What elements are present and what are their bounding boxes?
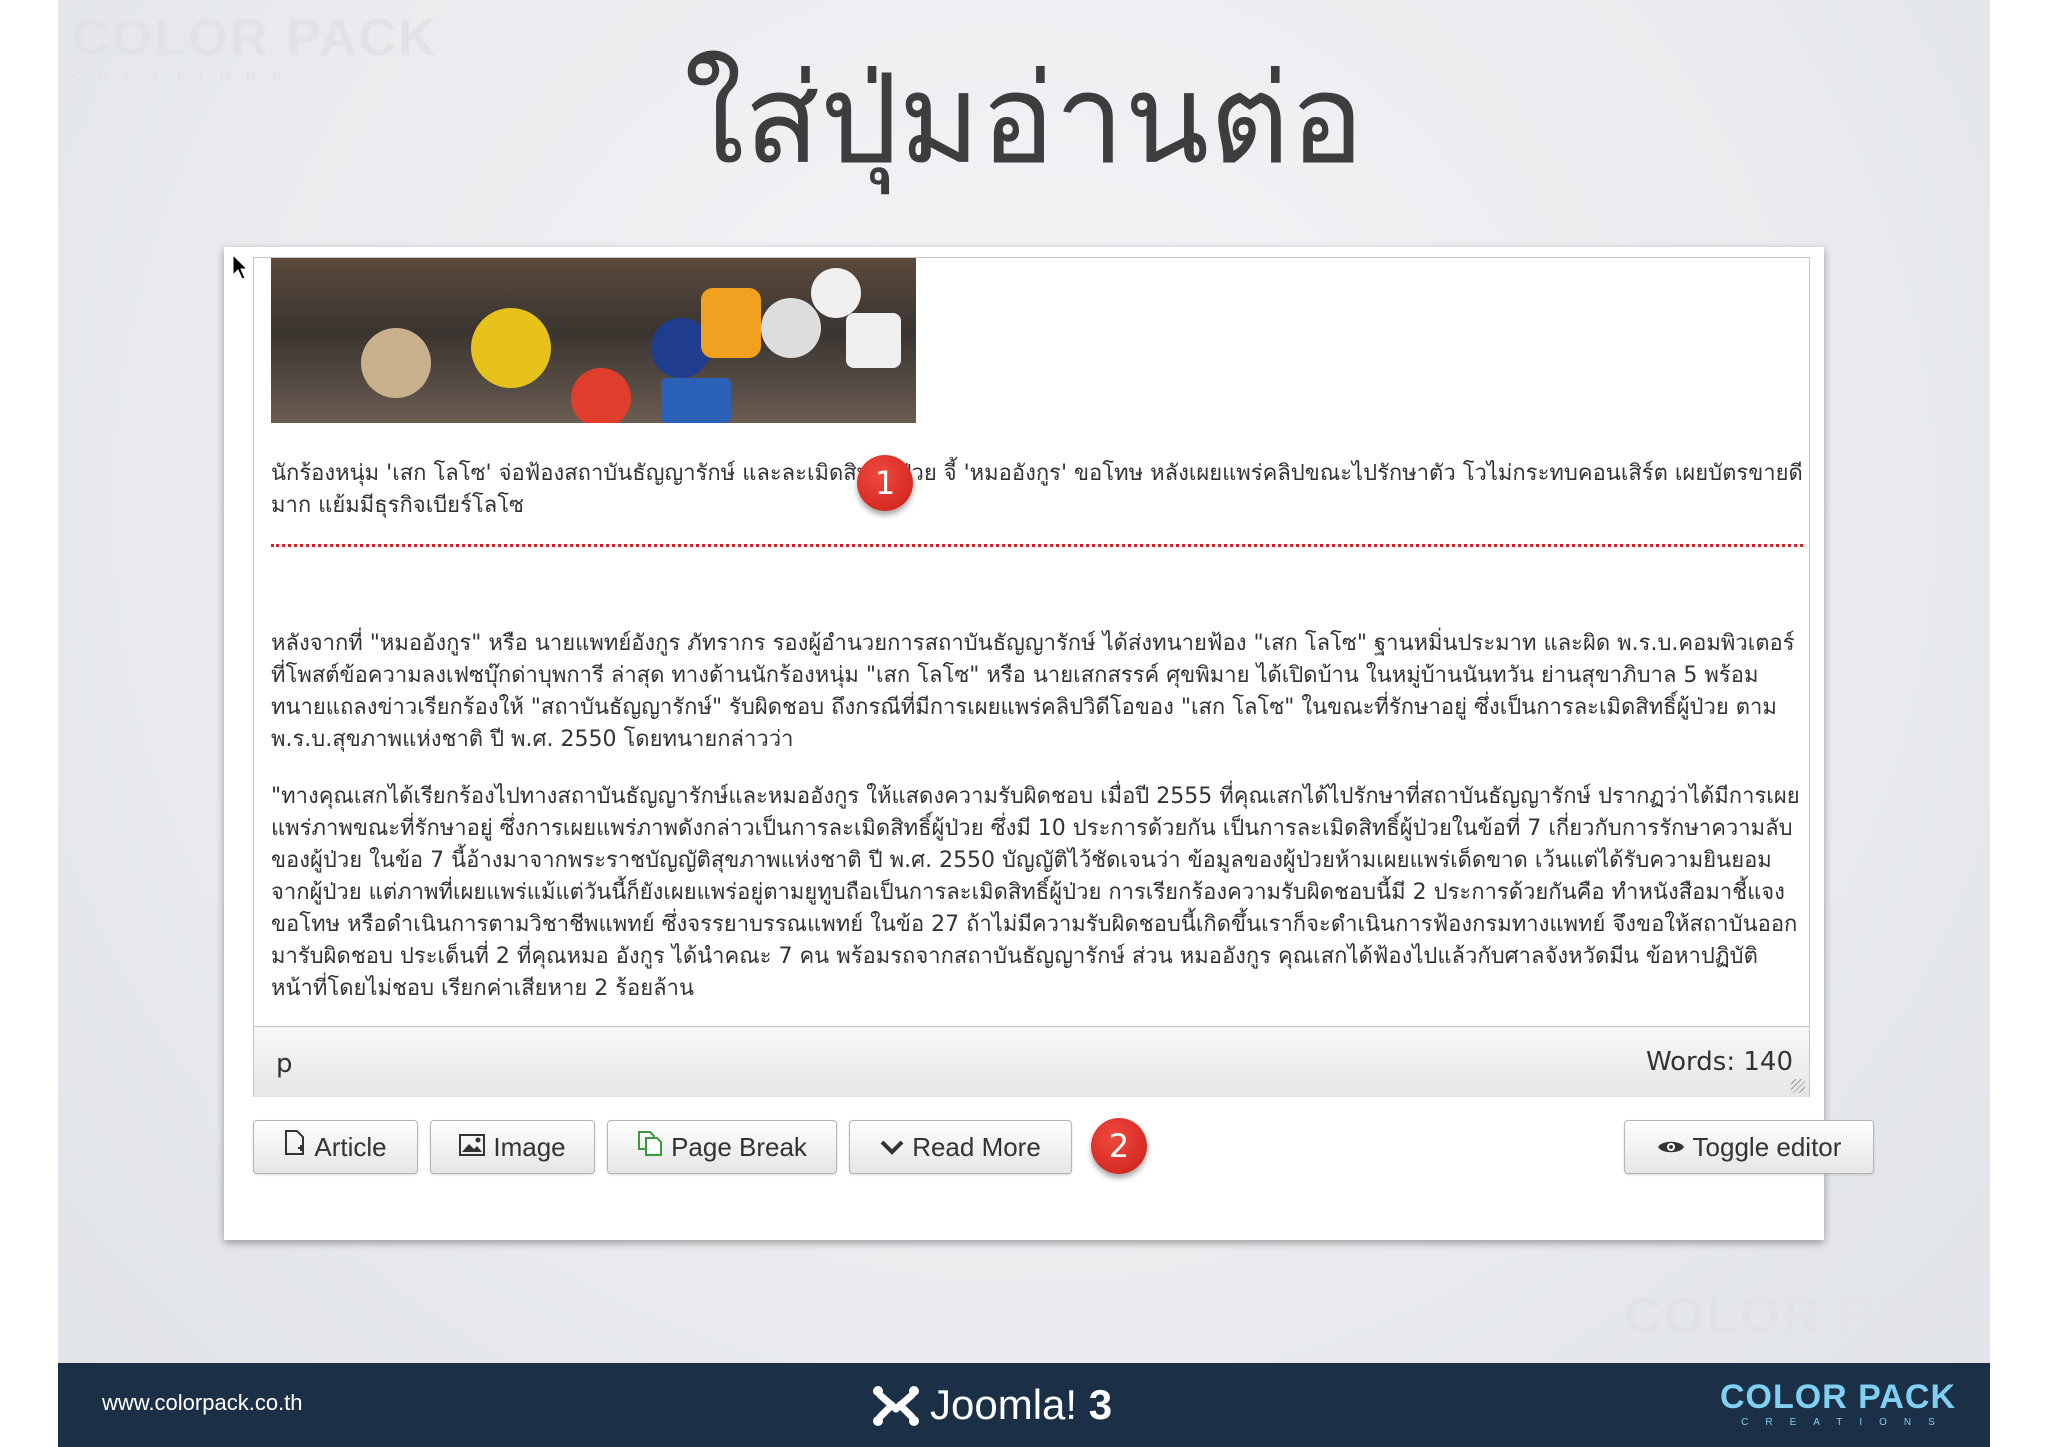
intro-text: นักร้องหนุ่ม 'เสก โลโซ' จ่อฟ้องสถาบันธัญ… (271, 461, 1803, 518)
annotation-marker-2: 2 (1091, 1118, 1147, 1174)
mic-shape (761, 298, 821, 358)
chevron-down-icon (880, 1121, 904, 1173)
element-path[interactable]: p (276, 1049, 293, 1079)
article-button[interactable]: Article (253, 1120, 418, 1174)
joomla-logo: Joomla! 3 (870, 1379, 1112, 1431)
mouse-cursor-icon (232, 253, 249, 284)
slide-title: ใส่ปุ่มอ่านต่อ (683, 48, 1365, 192)
file-add-icon (284, 1121, 306, 1173)
copy-icon (637, 1121, 663, 1173)
paragraph-2: "ทางคุณเสกได้เรียกร้องไปทางสถาบันธัญญารั… (271, 784, 1800, 1001)
mic-shape (471, 308, 551, 388)
picture-icon (459, 1121, 486, 1173)
mic-shape (571, 368, 631, 423)
read-more-button[interactable]: Read More (849, 1120, 1072, 1174)
readmore-separator (271, 544, 1803, 547)
resize-handle[interactable] (1791, 1079, 1805, 1093)
site-url: www.colorpack.co.th (102, 1390, 303, 1415)
colorpack-logo: COLOR PACK CREATIONS (1719, 1378, 1956, 1428)
pug-shape (361, 328, 431, 398)
eye-icon (1657, 1121, 1685, 1173)
editor-area[interactable]: นักร้องหนุ่ม 'เสก โลโซ' จ่อฟ้องสถาบันธัญ… (253, 257, 1810, 1097)
annotation-marker-1: 1 (857, 455, 913, 511)
watermark-bottom: COLOR PACK (1624, 1287, 1990, 1345)
slide-footer: www.colorpack.co.th Joomla! 3 COLOR PACK… (58, 1363, 1990, 1447)
toggle-editor-button[interactable]: Toggle editor (1624, 1120, 1874, 1174)
word-count: Words: 140 (1645, 1047, 1793, 1077)
mic-shape (811, 268, 861, 318)
editor-content[interactable]: นักร้องหนุ่ม 'เสก โลโซ' จ่อฟ้องสถาบันธัญ… (254, 258, 1809, 1026)
mic-shape (846, 313, 901, 368)
mic-shape (701, 288, 761, 358)
article-image (271, 258, 916, 423)
screenshot-frame: นักร้องหนุ่ม 'เสก โลโซ' จ่อฟ้องสถาบันธัญ… (224, 247, 1874, 1240)
slide: COLOR PACK CREATIONS COLOR PACK ใส่ปุ่มอ… (58, 0, 1990, 1447)
paragraph-1: หลังจากที่ "หมออังกูร" หรือ นายแพทย์อังก… (271, 631, 1795, 752)
mic-shape (661, 378, 731, 423)
joomla-icon (873, 1386, 919, 1426)
page-break-button[interactable]: Page Break (607, 1120, 837, 1174)
editor-statusbar: p Words: 140 (254, 1026, 1809, 1097)
image-button[interactable]: Image (430, 1120, 595, 1174)
